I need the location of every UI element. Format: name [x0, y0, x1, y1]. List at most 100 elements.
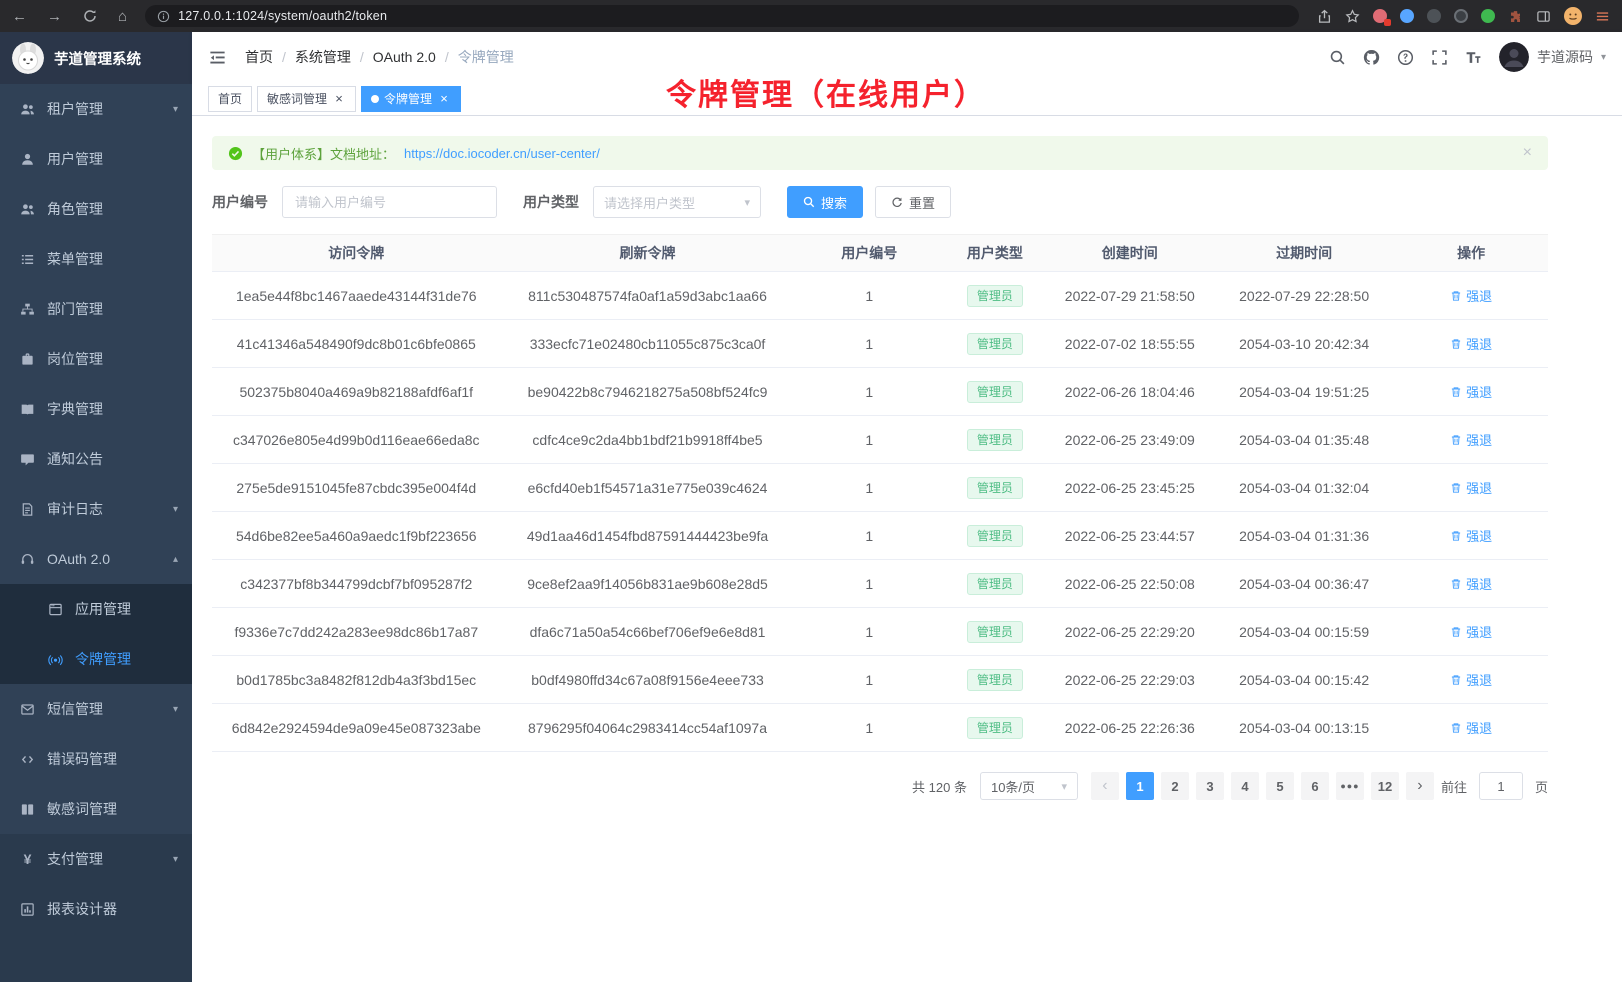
forward-icon[interactable]: →: [47, 8, 62, 25]
sidebar-item-label: 敏感词管理: [47, 799, 178, 819]
extension-blue-icon[interactable]: [1400, 9, 1414, 23]
sidebar-item-label: 租户管理: [47, 99, 161, 119]
cell-access-token: f9336e7c7dd242a283ee98dc86b17a87: [212, 608, 501, 656]
cell-created-time: 2022-06-25 23:45:25: [1046, 464, 1214, 512]
force-logout-label: 强退: [1466, 382, 1492, 401]
app-logo[interactable]: 芋道管理系统: [0, 32, 192, 84]
breadcrumb: 首页 / 系统管理 / OAuth 2.0 / 令牌管理: [245, 47, 514, 67]
sidebar-item-tenant[interactable]: 租户管理▾: [0, 84, 192, 134]
tab-token-management[interactable]: 令牌管理 ×: [361, 86, 461, 112]
delete-icon: [1450, 434, 1462, 446]
next-page-button[interactable]: ›: [1406, 772, 1434, 800]
page-button-6[interactable]: 6: [1301, 772, 1329, 800]
cell-user-type: 管理员: [944, 608, 1046, 656]
prev-page-button[interactable]: ‹: [1091, 772, 1119, 800]
logo-image: [12, 42, 44, 74]
page-button-5[interactable]: 5: [1266, 772, 1294, 800]
font-size-icon[interactable]: [1465, 49, 1482, 66]
extension-pink[interactable]: [1373, 9, 1387, 23]
cell-expire-time: 2054-03-04 01:35:48: [1214, 416, 1394, 464]
force-logout-button[interactable]: 强退: [1450, 286, 1492, 305]
force-logout-button[interactable]: 强退: [1450, 574, 1492, 593]
github-icon[interactable]: [1363, 49, 1380, 66]
goto-page-input[interactable]: [1479, 772, 1523, 800]
tab-close-icon[interactable]: ×: [437, 92, 451, 106]
force-logout-button[interactable]: 强退: [1450, 478, 1492, 497]
sidebar-toggle-icon[interactable]: [208, 48, 227, 67]
search-button[interactable]: 搜索: [787, 186, 863, 218]
breadcrumb-system[interactable]: 系统管理: [295, 47, 351, 67]
banner-close-icon[interactable]: ×: [1523, 145, 1532, 161]
cell-expire-time: 2054-03-04 00:15:59: [1214, 608, 1394, 656]
extension-dark-icon[interactable]: [1427, 9, 1441, 23]
sidebar-item-notice[interactable]: 通知公告: [0, 434, 192, 484]
cell-actions: 强退: [1394, 608, 1548, 656]
sidebar-item-oauth2[interactable]: OAuth 2.0▴: [0, 534, 192, 584]
breadcrumb-oauth2[interactable]: OAuth 2.0: [373, 49, 436, 65]
user-menu[interactable]: 芋道源码 ▾: [1499, 42, 1606, 72]
search-icon[interactable]: [1329, 49, 1346, 66]
force-logout-button[interactable]: 强退: [1450, 334, 1492, 353]
force-logout-button[interactable]: 强退: [1450, 430, 1492, 449]
sidebar-item-report[interactable]: 报表设计器: [0, 884, 192, 934]
force-logout-button[interactable]: 强退: [1450, 718, 1492, 737]
table-row: 502375b8040a469a9b82188afdf6af1f be90422…: [212, 368, 1548, 416]
sidebar-item-role[interactable]: 角色管理: [0, 184, 192, 234]
sidebar-item-dict[interactable]: 字典管理: [0, 384, 192, 434]
browser-menu-icon[interactable]: [1595, 9, 1610, 24]
sidebar-item-errcode[interactable]: 错误码管理: [0, 734, 192, 784]
doc-link[interactable]: https://doc.iocoder.cn/user-center/: [404, 146, 600, 161]
extension-ring-icon[interactable]: [1454, 9, 1468, 23]
help-icon[interactable]: [1397, 49, 1414, 66]
table-row: 275e5de9151045fe87cbdc395e004f4d e6cfd40…: [212, 464, 1548, 512]
user-id-input[interactable]: [282, 186, 497, 218]
side-panel-icon[interactable]: [1536, 9, 1551, 24]
chevron-down-icon: ▾: [744, 196, 750, 209]
cell-expire-time: 2022-07-29 22:28:50: [1214, 272, 1394, 320]
force-logout-button[interactable]: 强退: [1450, 382, 1492, 401]
bookmark-star-icon[interactable]: [1345, 9, 1360, 24]
force-logout-button[interactable]: 强退: [1450, 622, 1492, 641]
reset-button[interactable]: 重置: [875, 186, 951, 218]
puzzle-icon[interactable]: [1508, 9, 1523, 24]
page-size-select[interactable]: 10条/页 ▾: [980, 772, 1078, 800]
sidebar-item-user[interactable]: 用户管理: [0, 134, 192, 184]
page-button-12[interactable]: 12: [1371, 772, 1399, 800]
tab-label: 令牌管理: [384, 90, 432, 107]
page-button-2[interactable]: 2: [1161, 772, 1189, 800]
home-icon[interactable]: ⌂: [118, 8, 127, 25]
share-icon[interactable]: [1317, 9, 1332, 24]
sidebar-item-dept[interactable]: 部门管理: [0, 284, 192, 334]
url-bar[interactable]: 127.0.0.1:1024/system/oauth2/token: [145, 5, 1299, 27]
pager-ellipsis[interactable]: ●●●: [1336, 772, 1364, 800]
tab-sensitive-words[interactable]: 敏感词管理×: [257, 86, 356, 112]
page-button-4[interactable]: 4: [1231, 772, 1259, 800]
sidebar-item-post[interactable]: 岗位管理: [0, 334, 192, 384]
tab-close-icon[interactable]: ×: [332, 92, 346, 106]
reload-icon[interactable]: [82, 8, 98, 24]
breadcrumb-home[interactable]: 首页: [245, 47, 273, 67]
page-button-1[interactable]: 1: [1126, 772, 1154, 800]
sidebar-item-sensitive[interactable]: 敏感词管理: [0, 784, 192, 834]
sidebar-item-sms[interactable]: 短信管理▾: [0, 684, 192, 734]
extension-green-icon[interactable]: [1481, 9, 1495, 23]
cell-user-type: 管理员: [944, 656, 1046, 704]
browser-profile-avatar[interactable]: [1564, 7, 1582, 25]
sidebar-item-app[interactable]: 应用管理: [0, 584, 192, 634]
page-button-3[interactable]: 3: [1196, 772, 1224, 800]
cell-actions: 强退: [1394, 656, 1548, 704]
user-type-select[interactable]: 请选择用户类型 ▾: [593, 186, 761, 218]
reset-button-label: 重置: [909, 193, 935, 212]
sidebar-item-menu[interactable]: 菜单管理: [0, 234, 192, 284]
sidebar-item-audit[interactable]: 审计日志▾: [0, 484, 192, 534]
sidebar-item-token[interactable]: 令牌管理: [0, 634, 192, 684]
back-icon[interactable]: ←: [12, 8, 27, 25]
fullscreen-icon[interactable]: [1431, 49, 1448, 66]
sidebar-item-pay[interactable]: ¥支付管理▾: [0, 834, 192, 884]
force-logout-button[interactable]: 强退: [1450, 670, 1492, 689]
tab-home[interactable]: 首页: [208, 86, 252, 112]
cell-created-time: 2022-06-25 23:49:09: [1046, 416, 1214, 464]
user-type-label: 用户类型: [523, 192, 579, 212]
force-logout-button[interactable]: 强退: [1450, 526, 1492, 545]
user-icon: [20, 152, 35, 167]
